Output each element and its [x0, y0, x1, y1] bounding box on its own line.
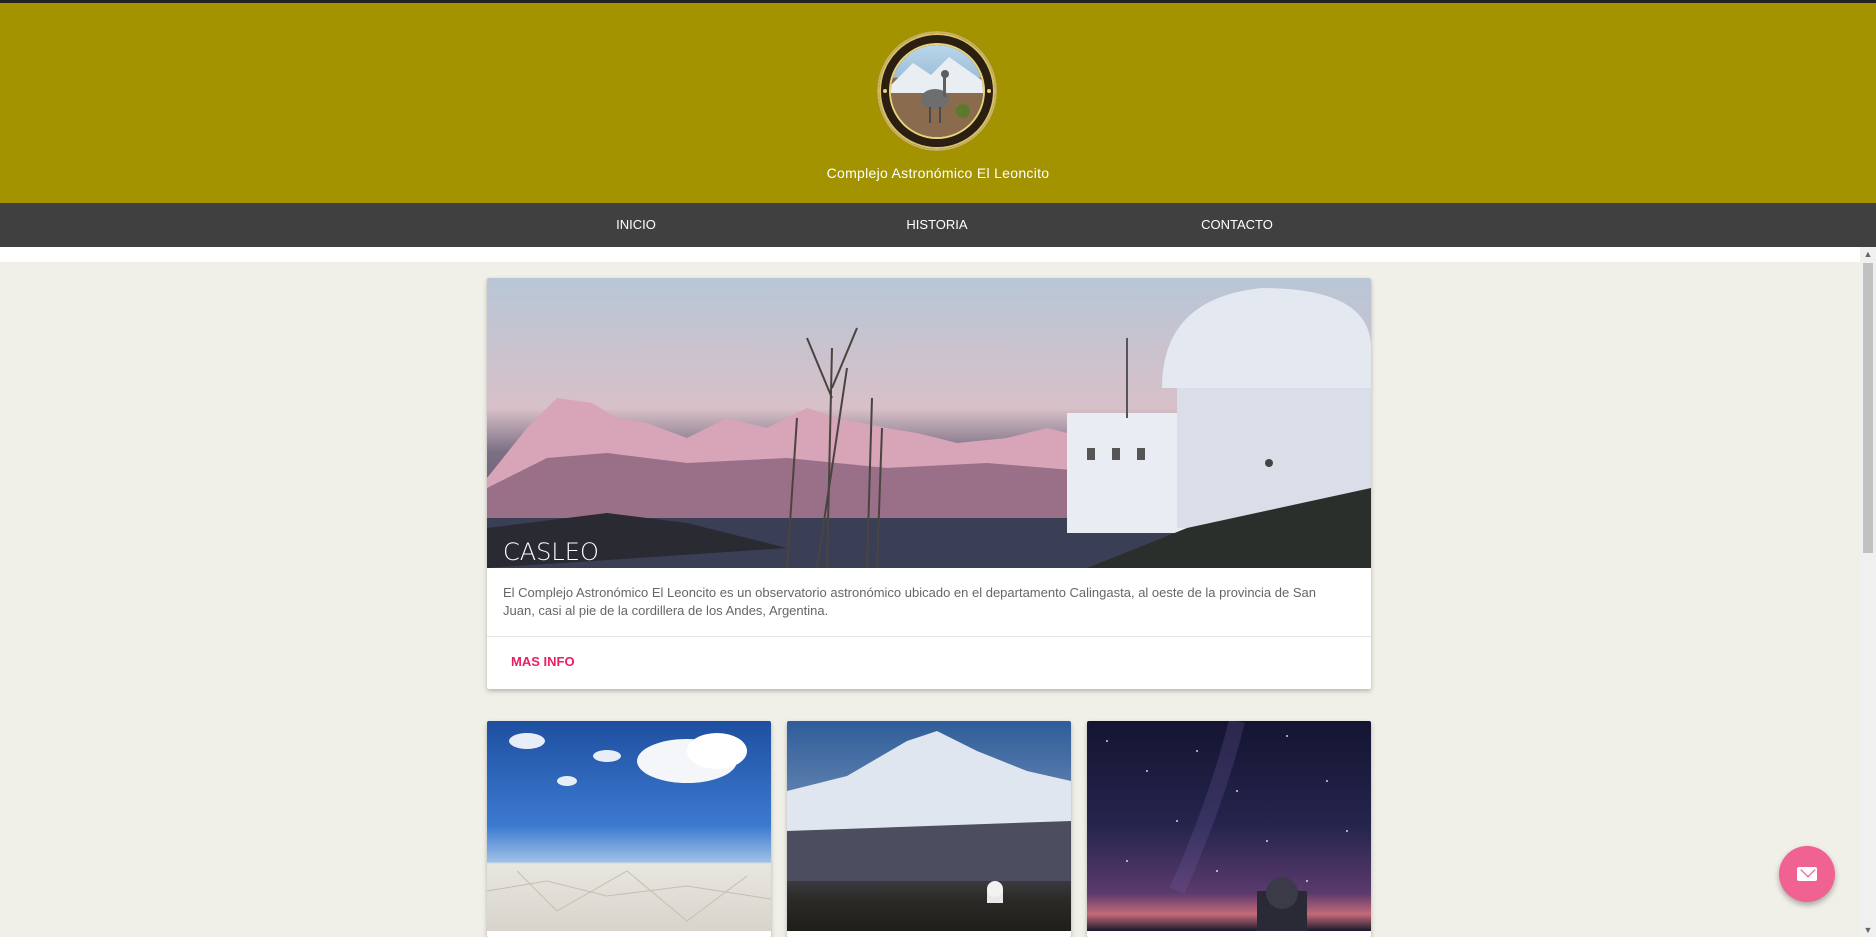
scroll-thumb[interactable] — [1863, 263, 1873, 553]
main-nav: INICIO HISTORIA CONTACTO — [0, 203, 1876, 247]
mas-info-button[interactable]: MAS INFO — [511, 654, 575, 669]
mountain-illustration — [787, 731, 1071, 903]
clouds-illustration — [487, 733, 771, 922]
site-title: Complejo Astronómico El Leoncito — [826, 165, 1050, 181]
mail-icon — [1797, 867, 1817, 881]
card-divider — [487, 636, 1371, 637]
scroll-up-icon[interactable]: ▲ — [1860, 247, 1876, 261]
salt-flat-card[interactable] — [487, 721, 771, 937]
nav-item-inicio[interactable]: INICIO — [546, 203, 726, 247]
content-top-bar — [0, 247, 1860, 262]
scroll-down-icon[interactable]: ▼ — [1860, 923, 1876, 937]
hero-illustration — [487, 288, 1371, 568]
observatory-image: CASLEO — [487, 278, 1371, 568]
page-scrollbar[interactable]: ▲ ▼ — [1860, 247, 1876, 937]
logo-emblem — [891, 45, 983, 137]
casleo-card: CASLEO El Complejo Astronómico El Leonci… — [487, 278, 1371, 689]
mountain-image — [787, 721, 1071, 931]
stars-illustration — [1106, 721, 1348, 931]
night-sky-image — [1087, 721, 1371, 931]
site-header: Complejo Astronómico El Leoncito — [0, 3, 1876, 203]
rhea-icon — [891, 57, 983, 137]
salt-flat-image — [487, 721, 771, 931]
mountain-card[interactable] — [787, 721, 1071, 937]
park-logo[interactable] — [877, 31, 997, 151]
night-sky-card[interactable] — [1087, 721, 1371, 937]
nav-item-contacto[interactable]: CONTACTO — [1147, 203, 1327, 247]
card-description: El Complejo Astronómico El Leoncito es u… — [503, 585, 1316, 618]
contact-fab-button[interactable] — [1779, 846, 1835, 902]
nav-item-historia[interactable]: HISTORIA — [847, 203, 1027, 247]
card-title: CASLEO — [503, 538, 599, 566]
